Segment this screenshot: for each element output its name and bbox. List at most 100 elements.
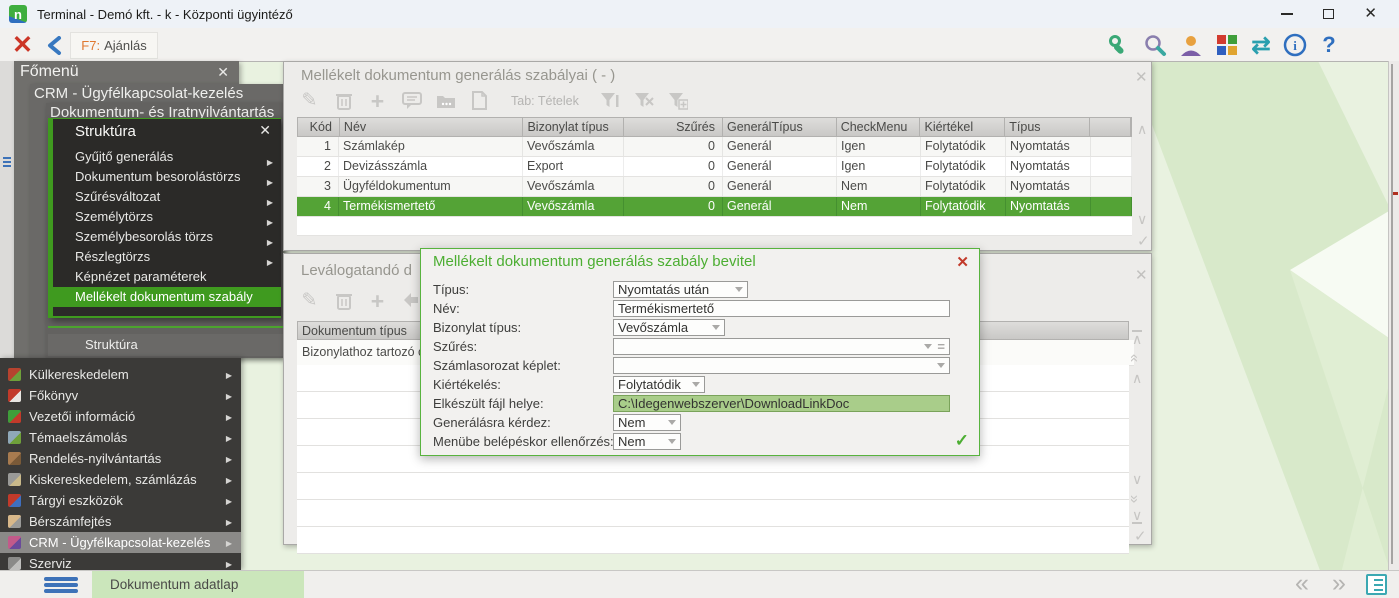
window-scrollbar[interactable] <box>1388 61 1399 570</box>
user-icon[interactable] <box>1178 32 1204 58</box>
add-icon[interactable]: + <box>367 90 388 111</box>
browse-folder-icon[interactable] <box>435 90 456 111</box>
column-header[interactable]: Név <box>340 118 524 136</box>
filter-add-icon[interactable] <box>668 90 689 111</box>
column-header[interactable]: Szűrés <box>624 118 723 136</box>
page-down-icon[interactable]: » <box>1130 491 1138 506</box>
dropdown-arrow-icon[interactable] <box>735 287 743 292</box>
struktura-menu-item[interactable]: Személytörzs▶ <box>53 207 281 227</box>
scroll-down-icon[interactable]: ∨ <box>1137 212 1147 226</box>
struktura-close-icon[interactable]: ✕ <box>259 123 271 137</box>
rules-panel-close-icon[interactable]: ✕ <box>1135 68 1148 86</box>
page-up-icon[interactable]: « <box>1130 350 1138 365</box>
selection-empty-row[interactable] <box>297 500 1129 527</box>
column-header[interactable]: Bizonylat típus <box>523 118 624 136</box>
column-header[interactable]: Kód <box>298 118 340 136</box>
module-item[interactable]: Rendelés-nyilvántartás▶ <box>0 448 241 469</box>
field-select[interactable]: Nem <box>613 433 681 450</box>
table-row[interactable]: 1SzámlaképVevőszámla0GenerálIgenFolytató… <box>297 137 1132 157</box>
field-select[interactable]: Nyomtatás után <box>613 281 748 298</box>
copy-document-icon[interactable] <box>469 90 490 111</box>
field-select[interactable]: Nem <box>613 414 681 431</box>
comment-icon[interactable] <box>401 90 422 111</box>
selection-panel-close-icon[interactable]: ✕ <box>1135 266 1148 284</box>
module-item[interactable]: Bérszámfejtés▶ <box>0 511 241 532</box>
switch-icon[interactable]: ⇄ <box>1248 32 1274 58</box>
module-item[interactable]: Vezetői információ▶ <box>0 406 241 427</box>
minimize-icon[interactable] <box>1281 13 1293 15</box>
filter-clear-icon[interactable] <box>634 90 655 111</box>
nav-previous-icon[interactable]: « <box>1295 569 1309 598</box>
nav-next-icon[interactable]: » <box>1332 569 1346 598</box>
cancel-icon[interactable]: ✕ <box>12 30 33 60</box>
info-icon[interactable]: i <box>1282 32 1308 58</box>
struktura-menu-item[interactable]: Szűrésváltozat▶ <box>53 187 281 207</box>
edit-icon[interactable]: ✎ <box>299 90 320 111</box>
go-bottom-icon[interactable]: ∨ <box>1132 508 1142 524</box>
struktura-menu-item[interactable]: Személybesorolás törzs▶ <box>53 227 281 247</box>
column-header-empty[interactable] <box>1090 118 1131 136</box>
field-select[interactable]: Vevőszámla <box>613 319 725 336</box>
scrollbar-thumb[interactable] <box>1391 64 1393 564</box>
filter-icon[interactable] <box>600 90 621 111</box>
scroll-up-icon[interactable]: ∧ <box>1132 371 1142 385</box>
field-input[interactable]: Termékismertető <box>613 300 950 317</box>
search-icon[interactable] <box>1142 32 1168 58</box>
column-header[interactable]: Kiértékel <box>920 118 1005 136</box>
scroll-up-icon[interactable]: ∧ <box>1137 122 1147 136</box>
wrench-icon[interactable] <box>1106 32 1132 58</box>
struktura-menu-item[interactable]: Mellékelt dokumentum szabály <box>48 287 281 307</box>
status-tab-dokumentum-adatlap[interactable]: Dokumentum adatlap <box>92 571 304 598</box>
field-select[interactable]: = <box>613 338 950 355</box>
dialog-close-icon[interactable]: ✕ <box>956 253 969 271</box>
dropdown-arrow-icon[interactable] <box>668 439 676 444</box>
field-select[interactable] <box>613 357 950 374</box>
go-top-icon[interactable]: ∧ <box>1132 330 1142 346</box>
dialog-confirm-icon[interactable]: ✓ <box>955 431 969 451</box>
dropdown-arrow-icon[interactable] <box>692 382 700 387</box>
struktura-menu-item[interactable]: Gyűjtő generálás▶ <box>53 147 281 167</box>
f7-ajanlas-button[interactable]: F7: Ajánlás <box>70 32 158 59</box>
module-item[interactable]: Témaelszámolás▶ <box>0 427 241 448</box>
column-header[interactable]: GenerálTípus <box>723 118 837 136</box>
back-icon[interactable] <box>46 36 64 55</box>
main-menu-close-icon[interactable]: ✕ <box>217 65 229 79</box>
document-list-icon[interactable] <box>1366 574 1387 595</box>
dropdown-arrow-icon[interactable] <box>924 344 932 349</box>
delete-icon[interactable] <box>333 90 354 111</box>
struktura-menu-item[interactable]: Képnézet paraméterek <box>53 267 281 287</box>
delete-icon[interactable] <box>333 290 354 311</box>
table-row[interactable]: 4TermékismertetőVevőszámla0GenerálNemFol… <box>297 197 1132 217</box>
selection-empty-row[interactable] <box>297 473 1129 500</box>
menu-hamburger-icon[interactable] <box>44 577 78 581</box>
dropdown-arrow-icon[interactable] <box>937 363 945 368</box>
module-item[interactable]: CRM - Ügyfélkapcsolat-kezelés▶ <box>0 532 241 553</box>
close-window-icon[interactable]: ✕ <box>1364 7 1377 21</box>
import-icon[interactable] <box>401 290 422 311</box>
dropdown-arrow-icon[interactable] <box>712 325 720 330</box>
struktura-menu-item[interactable]: Dokumentum besorolástörzs▶ <box>53 167 281 187</box>
module-item[interactable]: Kiskereskedelem, számlázás▶ <box>0 469 241 490</box>
accept-icon[interactable]: ✓ <box>1134 527 1147 545</box>
equals-icon[interactable]: = <box>937 339 945 354</box>
maximize-icon[interactable] <box>1323 9 1334 19</box>
column-header[interactable]: CheckMenu <box>837 118 921 136</box>
menu-item-struktura[interactable]: Struktúra <box>48 334 283 356</box>
edit-icon[interactable]: ✎ <box>299 290 320 311</box>
module-item[interactable]: Külkereskedelem▶ <box>0 364 241 385</box>
table-row[interactable]: 3ÜgyféldokumentumVevőszámla0GenerálNemFo… <box>297 177 1132 197</box>
field-input[interactable]: C:\Idegenwebszerver\DownloadLinkDoc <box>613 395 950 412</box>
field-select[interactable]: Folytatódik <box>613 376 705 393</box>
dropdown-arrow-icon[interactable] <box>668 420 676 425</box>
accept-icon[interactable]: ✓ <box>1137 232 1150 250</box>
module-item[interactable]: Tárgyi eszközök▶ <box>0 490 241 511</box>
struktura-menu-item[interactable]: Részlegtörzs▶ <box>53 247 281 267</box>
add-icon[interactable]: + <box>367 290 388 311</box>
table-row[interactable]: 2DevizásszámlaExport0GenerálIgenFolytató… <box>297 157 1132 177</box>
help-icon[interactable]: ? <box>1316 32 1342 58</box>
column-header[interactable]: Típus <box>1005 118 1090 136</box>
scroll-down-icon[interactable]: ∨ <box>1132 472 1142 486</box>
modules-grid-icon[interactable] <box>1214 32 1240 58</box>
module-item[interactable]: Szerviz▶ <box>0 553 241 570</box>
module-item[interactable]: Főkönyv▶ <box>0 385 241 406</box>
